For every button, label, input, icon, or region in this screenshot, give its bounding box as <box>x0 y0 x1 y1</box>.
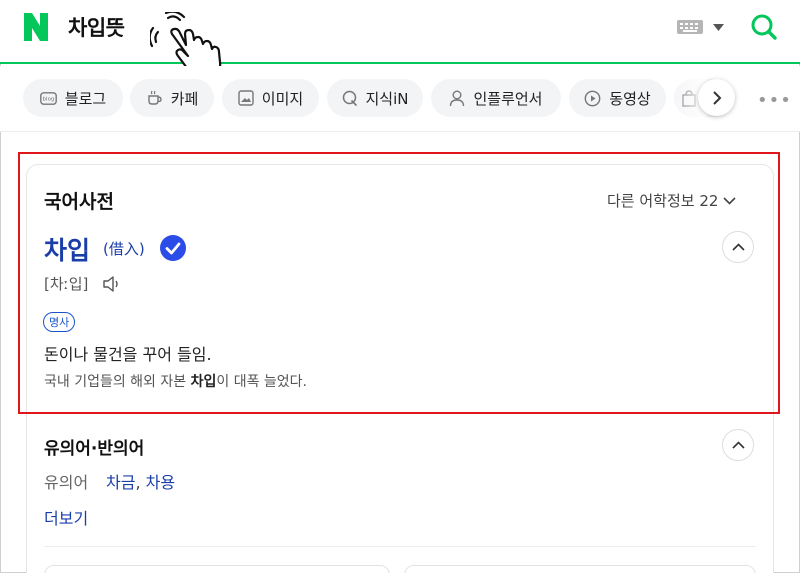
tab-image[interactable]: 이미지 <box>222 79 319 117</box>
dictionary-word[interactable]: 차입 <box>44 231 90 267</box>
tab-kin[interactable]: 지식iN <box>327 79 423 117</box>
example-text-end: 이 대폭 늘었다. <box>216 374 308 390</box>
more-link[interactable]: 더보기 <box>44 505 88 529</box>
collapse-synonyms-button[interactable] <box>722 429 754 461</box>
collapse-dictionary-button[interactable] <box>722 231 754 263</box>
blog-icon: blog <box>39 91 57 105</box>
chevron-down-icon <box>723 196 737 205</box>
keyboard-icon[interactable] <box>677 20 703 34</box>
pronunciation: [차ː입] <box>44 275 89 293</box>
chevron-up-icon <box>731 243 745 251</box>
speaker-icon[interactable] <box>102 274 122 294</box>
play-icon <box>584 90 601 106</box>
tab-cafe[interactable]: 카페 <box>130 79 214 117</box>
search-header: 차입뜻 <box>0 0 800 78</box>
tab-label: 이미지 <box>261 89 304 108</box>
tab-influencer[interactable]: 인플루언서 <box>431 79 561 117</box>
divider <box>44 546 756 547</box>
tab-label: 지식iN <box>365 89 409 108</box>
search-query[interactable]: 차입뜻 <box>68 12 125 42</box>
other-language-info-link[interactable]: 다른 어학정보 22 <box>607 190 737 211</box>
kin-icon <box>342 90 357 106</box>
part-of-speech-badge: 명사 <box>43 312 76 332</box>
tab-video[interactable]: 동영상 <box>569 79 666 117</box>
more-options-icon[interactable]: ••• <box>757 90 791 111</box>
usage-example: 국내 기업들의 해외 자본 차입이 대폭 늘었다. <box>44 371 307 391</box>
tabs-next-button[interactable] <box>698 79 735 116</box>
example-keyword: 차입 <box>190 374 217 390</box>
cafe-icon <box>147 90 162 105</box>
synonym-separator: , <box>135 473 141 492</box>
example-text: 국내 기업들의 해외 자본 <box>44 374 191 390</box>
image-icon <box>238 90 254 106</box>
chevron-right-icon <box>712 90 721 105</box>
dictionary-card <box>26 164 774 573</box>
word-meaning: 돈이나 물건을 꾸어 들임. <box>44 345 212 364</box>
tab-label: 블로그 <box>64 89 107 108</box>
synonym-link[interactable]: 차금 <box>106 473 135 492</box>
verified-check-icon <box>160 235 186 261</box>
other-info-label: 다른 어학정보 22 <box>607 192 719 210</box>
chevron-down-icon[interactable] <box>713 24 724 31</box>
related-card[interactable] <box>404 565 756 573</box>
chevron-up-icon <box>731 441 745 449</box>
synonym-list: 차금, 차용 <box>106 469 175 493</box>
search-tabs: blog 블로그 카페 이미지 지식iN 인플루언서 동영상 ••• <box>0 66 800 132</box>
dictionary-section-title: 국어사전 <box>44 191 114 213</box>
dictionary-hanja: (借入) <box>103 240 145 258</box>
person-icon <box>450 90 465 106</box>
synonym-label: 유의어 <box>44 473 89 492</box>
naver-logo-icon[interactable] <box>24 13 48 41</box>
synonym-link[interactable]: 차용 <box>146 473 175 492</box>
tab-label: 인플루언서 <box>473 89 543 108</box>
search-icon[interactable] <box>750 13 778 41</box>
tab-blog[interactable]: blog 블로그 <box>23 79 123 117</box>
synonyms-title: 유의어·반의어 <box>44 439 145 459</box>
tab-label: 카페 <box>170 89 199 108</box>
related-card[interactable] <box>44 565 390 573</box>
tab-label: 동영상 <box>609 89 651 108</box>
svg-text:blog: blog <box>42 96 54 102</box>
